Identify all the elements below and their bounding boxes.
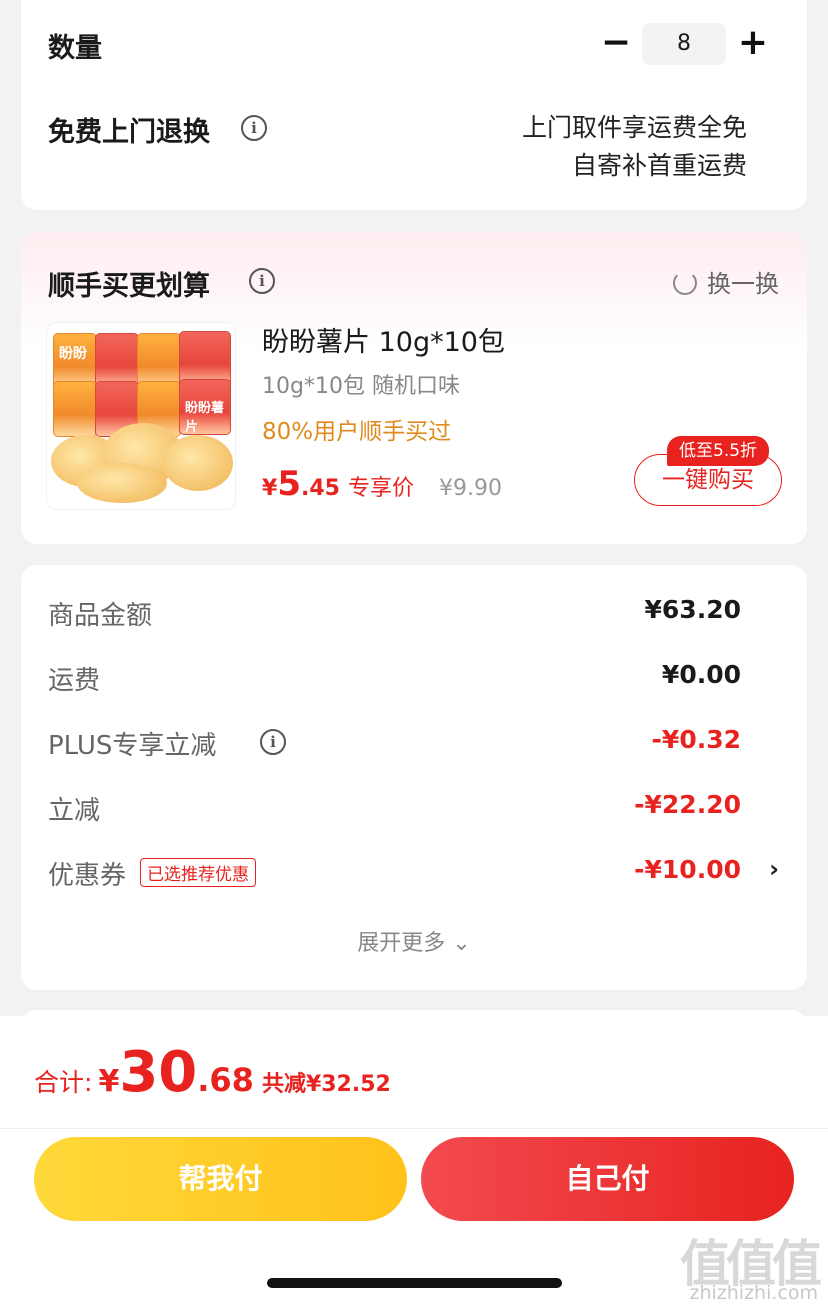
original-price: ¥9.90: [439, 476, 502, 501]
refresh-icon: [673, 271, 697, 295]
quantity-card: 数量 − 8 + 免费上门退换 i 上门取件享运费全免 自寄补首重运费: [21, 0, 807, 210]
swap-button[interactable]: 换一换: [673, 264, 779, 299]
return-desc-line1: 上门取件享运费全免: [521, 113, 747, 142]
price-integer: 5: [277, 464, 301, 504]
return-desc-line2: 自寄补首重运费: [571, 151, 747, 180]
addon-card: 顺手买更划算 i 换一换 盼盼 盼盼薯片 盼盼薯片 10g*10包 10g*10…: [21, 232, 807, 544]
summary-label: 立减: [48, 796, 101, 826]
product-name[interactable]: 盼盼薯片 10g*10包: [262, 320, 505, 359]
summary-value: ¥0.00: [661, 660, 741, 689]
addon-title-text: 顺手买更划算: [48, 271, 210, 302]
summary-row-shipping: 运费 ¥0.00: [48, 660, 779, 700]
total-integer: 30: [119, 1040, 198, 1105]
total-label: 合计:: [34, 1068, 93, 1097]
summary-value: ¥63.20: [644, 595, 741, 624]
product-spec: 10g*10包 随机口味: [262, 374, 460, 399]
info-icon[interactable]: i: [260, 729, 286, 755]
product-social-proof: 80%用户顺手买过: [262, 419, 452, 445]
chip-bag: [53, 381, 97, 437]
help-pay-button[interactable]: 帮我付: [34, 1137, 407, 1221]
watermark-url: zhizhizhi.com: [689, 1282, 818, 1304]
total-symbol: ¥: [98, 1064, 120, 1099]
summary-row-coupon[interactable]: 优惠券 已选推荐优惠 -¥10.00 ›: [48, 855, 779, 895]
info-icon[interactable]: i: [249, 268, 275, 294]
price-summary-card: 商品金额 ¥63.20 运费 ¥0.00 PLUS专享立减 i -¥0.32 立…: [21, 565, 807, 990]
info-icon[interactable]: i: [241, 115, 267, 141]
coupon-label: 优惠券: [48, 861, 127, 891]
price-tag: 专享价: [347, 476, 414, 501]
summary-label: 运费: [48, 666, 101, 696]
self-pay-button[interactable]: 自己付: [421, 1137, 794, 1221]
summary-row-goods: 商品金额 ¥63.20: [48, 595, 779, 635]
quantity-plus-button[interactable]: +: [733, 25, 773, 61]
total-decimal: .68: [197, 1061, 254, 1099]
divider: [0, 1128, 828, 1129]
summary-row-plus: PLUS专享立减 i -¥0.32: [48, 725, 779, 765]
discount-badge: 低至5.5折: [667, 436, 770, 466]
coupon-tag: 已选推荐优惠: [140, 858, 257, 887]
home-indicator[interactable]: [267, 1278, 562, 1288]
summary-value: -¥10.00: [634, 855, 741, 884]
price-symbol: ¥: [262, 476, 278, 501]
price-decimal: .45: [300, 476, 340, 501]
total-saved: 共减¥32.52: [261, 1072, 391, 1097]
quantity-input[interactable]: 8: [642, 23, 726, 65]
product-image[interactable]: 盼盼 盼盼薯片: [46, 322, 236, 510]
bottom-bar: 合计: ¥30.68 共减¥32.52 帮我付 自己付 值值值 zhizhizhi.…: [0, 1016, 828, 1307]
summary-row-discount: 立减 -¥22.20: [48, 790, 779, 830]
expand-more-button[interactable]: 展开更多 ⌄: [21, 925, 807, 957]
quantity-label: 数量: [48, 33, 102, 64]
bag-brand-text: 盼盼: [59, 346, 87, 362]
product-price: ¥5.45 专享价: [262, 464, 414, 504]
total-price: 合计: ¥30.68 共减¥32.52: [34, 1040, 391, 1105]
chevron-right-icon[interactable]: ›: [769, 855, 779, 883]
summary-label: 商品金额: [48, 601, 153, 631]
quantity-minus-button[interactable]: −: [596, 25, 636, 61]
summary-value: -¥22.20: [634, 790, 741, 819]
summary-label: PLUS专享立减: [48, 731, 217, 761]
summary-label: 优惠券 已选推荐优惠: [48, 855, 257, 892]
bag-title-text: 盼盼薯片: [185, 401, 225, 435]
addon-title: 顺手买更划算: [48, 264, 210, 303]
swap-label: 换一换: [707, 270, 779, 298]
summary-value: -¥0.32: [651, 725, 741, 754]
chip: [77, 463, 167, 503]
chip: [163, 435, 233, 491]
free-return-label: 免费上门退换: [48, 117, 210, 148]
